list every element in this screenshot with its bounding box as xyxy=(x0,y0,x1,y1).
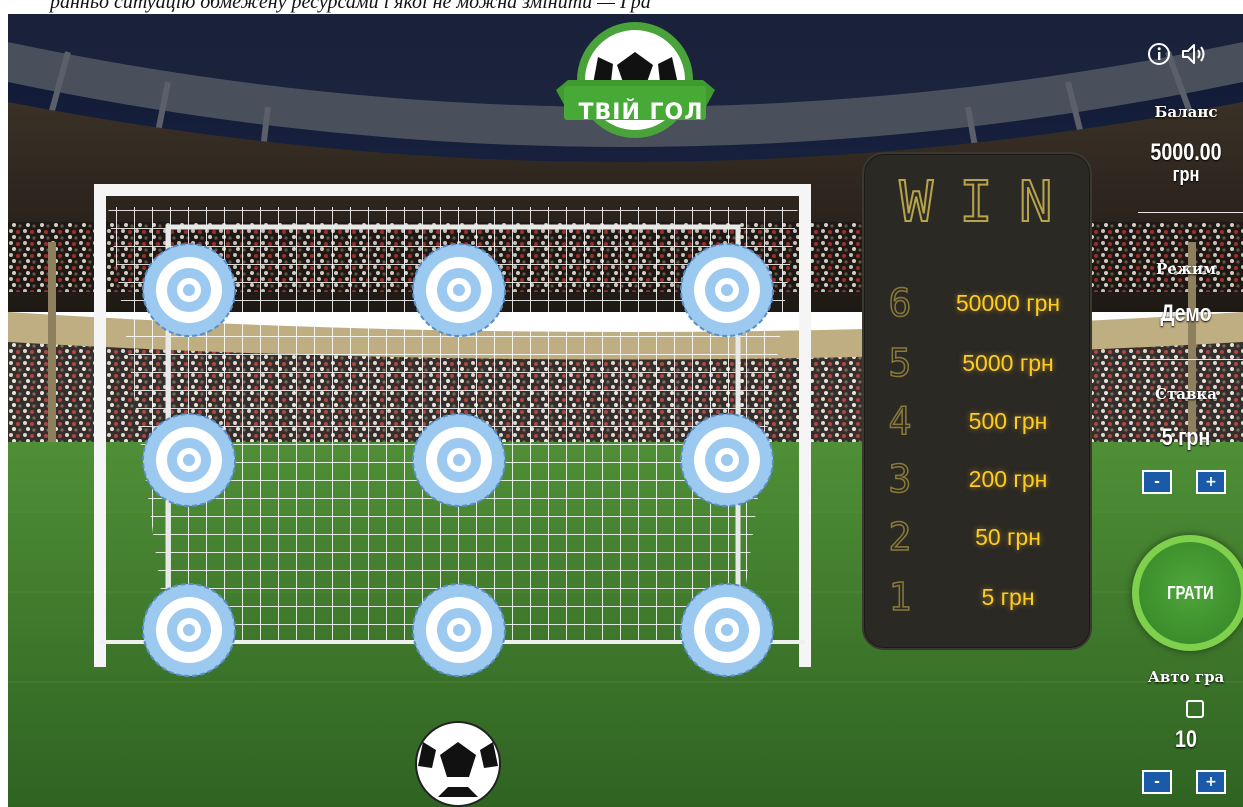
prize-row: 4 500 грн xyxy=(864,396,1090,446)
target-bottom-left[interactable] xyxy=(141,582,237,678)
balance-label: Баланс xyxy=(1154,103,1218,121)
play-button-label: ГРАТИ xyxy=(1166,582,1214,603)
target-middle-center[interactable] xyxy=(411,412,507,508)
soccer-ball-graphic xyxy=(415,721,501,807)
balance-currency: грн xyxy=(1172,164,1200,186)
target-bottom-center[interactable] xyxy=(411,582,507,678)
prize-amount: 50000 грн xyxy=(955,290,1061,316)
prize-amount: 5 грн xyxy=(981,584,1035,610)
bet-value: 5 грн xyxy=(1161,424,1211,451)
target-middle-left[interactable] xyxy=(141,412,237,508)
bet-label: Ставка xyxy=(1155,385,1217,403)
bet-decrease-button[interactable]: - xyxy=(1142,470,1172,494)
target-bottom-right[interactable] xyxy=(679,582,775,678)
target-top-right[interactable] xyxy=(679,242,775,338)
auto-play-checkbox[interactable] xyxy=(1186,700,1204,718)
bet-increase-button[interactable]: + xyxy=(1196,470,1226,494)
auto-decrease-button[interactable]: - xyxy=(1142,770,1172,794)
prize-amount: 50 грн xyxy=(975,524,1041,550)
mode-value: Демо xyxy=(1160,300,1212,327)
prize-hits: 2 xyxy=(888,514,912,560)
prize-hits: 5 xyxy=(888,340,912,386)
prize-amount: 5000 грн xyxy=(962,350,1054,376)
divider xyxy=(1138,212,1243,213)
balance-value: 5000.00 xyxy=(1150,139,1222,166)
target-top-center[interactable] xyxy=(411,242,507,338)
prize-hits: 3 xyxy=(888,456,912,502)
prize-amount: 500 грн xyxy=(968,408,1048,434)
caption-text: ранньо ситуацію обмежену ресурсами і яко… xyxy=(50,0,651,13)
target-top-left[interactable] xyxy=(141,242,237,338)
prize-amount: 200 грн xyxy=(968,466,1048,492)
auto-increase-button[interactable]: + xyxy=(1196,770,1226,794)
target-middle-right[interactable] xyxy=(679,412,775,508)
prize-row: 6 50000 грн xyxy=(864,278,1090,328)
prize-row: 5 5000 грн xyxy=(864,338,1090,388)
prize-row: 3 200 грн xyxy=(864,454,1090,504)
speaker-icon[interactable] xyxy=(1180,42,1210,66)
play-button[interactable]: ГРАТИ xyxy=(1132,535,1243,651)
logo-text: ТВІЙ ГОЛ xyxy=(578,99,704,125)
prize-row: 1 5 грн xyxy=(864,572,1090,622)
game-scene: ТВІЙ ГОЛ WIN 6 50000 грн 5 5000 грн 4 50… xyxy=(8,12,1243,807)
prize-hits: 6 xyxy=(888,280,912,326)
mode-label: Режим xyxy=(1155,260,1217,278)
prize-hits: 1 xyxy=(888,574,912,620)
scoreboard-title: WIN xyxy=(898,169,1079,236)
auto-play-label: Авто гра xyxy=(1147,668,1225,686)
caption-strip: ранньо ситуацію обмежену ресурсами і яко… xyxy=(0,0,1243,14)
info-icon[interactable] xyxy=(1147,42,1171,66)
prize-scoreboard: WIN 6 50000 грн 5 5000 грн 4 500 грн 3 2… xyxy=(862,152,1092,650)
prize-hits: 4 xyxy=(888,398,912,444)
divider xyxy=(1138,359,1243,360)
auto-play-count: 10 xyxy=(1175,726,1197,753)
prize-row: 2 50 грн xyxy=(864,512,1090,562)
